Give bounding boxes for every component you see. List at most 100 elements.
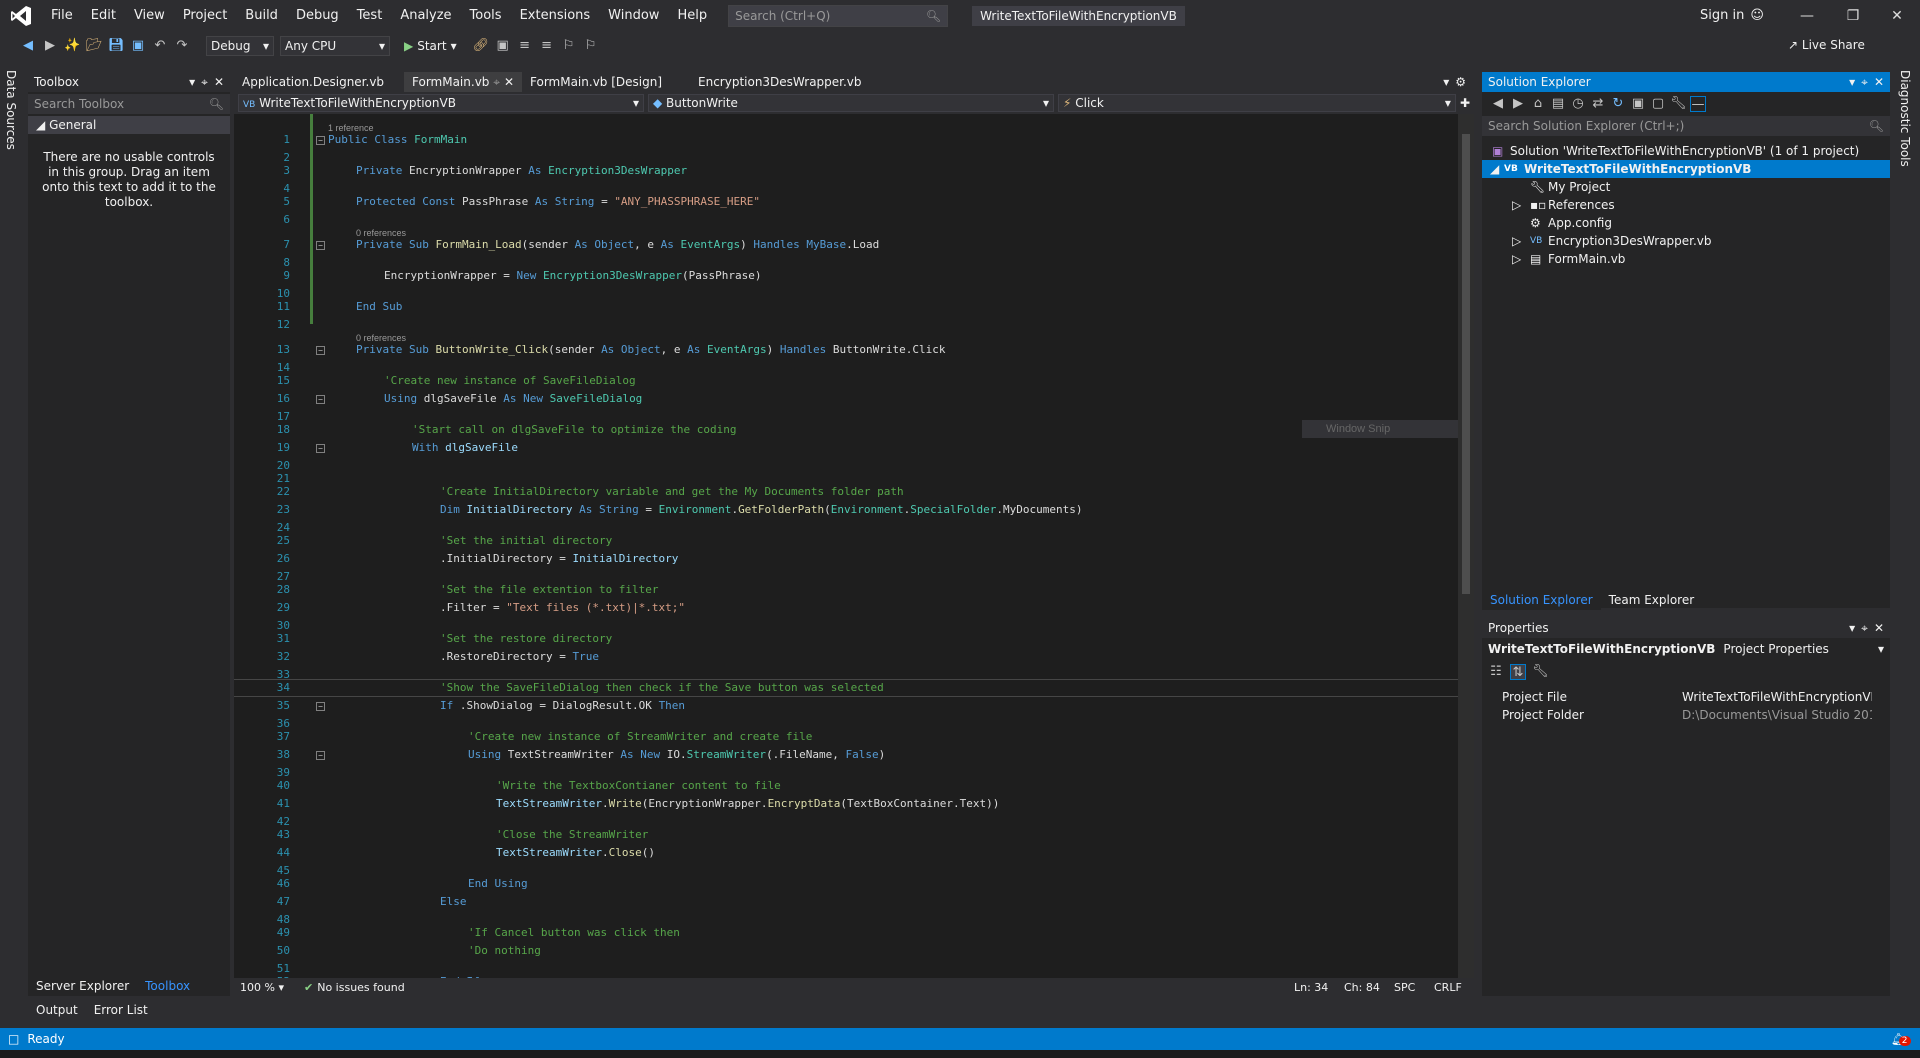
pending-changes-icon[interactable]: ◷ — [1570, 96, 1586, 112]
live-share-button[interactable]: ↗ Live Share — [1788, 38, 1865, 52]
member-nav-dropdown[interactable]: ◆ ButtonWrite ▾ — [647, 94, 1054, 112]
tab-output[interactable]: Output — [28, 1000, 86, 1020]
zoom-dropdown[interactable]: 100 % ▾ — [234, 981, 294, 994]
pin-icon[interactable]: ⌖ — [201, 75, 208, 90]
close-icon[interactable]: ✕ — [504, 72, 514, 92]
search-input[interactable]: Search (Ctrl+Q) 🔍︎ — [728, 5, 949, 27]
menu-file[interactable]: File — [42, 0, 82, 32]
pin-icon[interactable]: ⌖ — [1861, 621, 1868, 636]
menu-project[interactable]: Project — [174, 0, 236, 32]
event-nav-dropdown[interactable]: ⚡︎ Click ▾ — [1057, 94, 1456, 112]
minimize-button[interactable]: — — [1784, 0, 1830, 32]
home-icon[interactable]: ⌂ — [1530, 96, 1546, 112]
tab-solution-explorer[interactable]: Solution Explorer — [1482, 590, 1601, 610]
start-button[interactable]: ▶ Start ▾ — [404, 39, 457, 53]
close-window-button[interactable]: ✕ — [1874, 0, 1920, 32]
menu-debug[interactable]: Debug — [287, 0, 348, 32]
refresh-icon[interactable]: ↻ — [1610, 96, 1626, 112]
save-icon[interactable]: 💾︎ — [108, 38, 125, 54]
categorized-icon[interactable]: ☷ — [1488, 664, 1504, 680]
tab-overflow-icon[interactable]: ▾ — [1443, 75, 1455, 89]
menu-extensions[interactable]: Extensions — [511, 0, 600, 32]
forward-icon[interactable]: ▶ — [1510, 96, 1526, 112]
dropdown-icon[interactable]: ▾ — [189, 75, 195, 90]
bookmark-icon[interactable]: ⚐ — [561, 38, 577, 54]
editor-scrollbar[interactable] — [1458, 114, 1474, 978]
chevron-right-icon[interactable]: ▷ — [1512, 196, 1530, 214]
close-icon[interactable]: ✕ — [214, 75, 224, 90]
undo-icon[interactable]: ↶ — [152, 38, 168, 54]
close-icon[interactable]: ✕ — [1874, 621, 1884, 636]
menu-edit[interactable]: Edit — [82, 0, 125, 32]
fold-toggle-icon[interactable]: − — [316, 444, 325, 453]
toolbox-search-input[interactable]: Search Toolbox 🔍︎ — [28, 94, 230, 114]
project-nav-dropdown[interactable]: VB WriteTextToFileWithEncryptionVB ▾ — [238, 94, 644, 112]
fold-toggle-icon[interactable]: − — [316, 751, 325, 760]
tab-application-designer[interactable]: Application.Designer.vb — [234, 72, 404, 92]
menu-window[interactable]: Window — [599, 0, 668, 32]
browser-link-icon[interactable]: 🔗︎ — [473, 38, 490, 54]
menu-analyze[interactable]: Analyze — [391, 0, 460, 32]
tree-project[interactable]: ◢ VB WriteTextToFileWithEncryptionVB — [1482, 160, 1890, 178]
properties-icon[interactable]: 🔧︎ — [1670, 96, 1687, 112]
data-sources-tab[interactable]: Data Sources — [4, 70, 18, 150]
properties-object-selector[interactable]: WriteTextToFileWithEncryptionVB Project … — [1482, 638, 1890, 660]
dropdown-icon[interactable]: ▾ — [1849, 621, 1855, 636]
scroll-thumb[interactable] — [1462, 134, 1470, 594]
tree-item-app-config[interactable]: ⚙ App.config — [1482, 214, 1890, 232]
tree-item-references[interactable]: ▷ ▪▫ References — [1482, 196, 1890, 214]
chevron-right-icon[interactable]: ▷ — [1512, 232, 1530, 250]
show-all-files-icon[interactable]: ▢ — [1650, 96, 1666, 112]
fold-toggle-icon[interactable]: − — [316, 241, 325, 250]
tab-team-explorer[interactable]: Team Explorer — [1601, 590, 1703, 610]
menu-test[interactable]: Test — [348, 0, 392, 32]
save-all-icon[interactable]: ▣ — [130, 38, 146, 54]
solution-config-dropdown[interactable]: Debug ▾ — [206, 36, 274, 56]
menu-view[interactable]: View — [125, 0, 174, 32]
menu-help[interactable]: Help — [668, 0, 716, 32]
indent-icon[interactable]: ≡ — [517, 38, 533, 54]
split-icon[interactable]: ✚ — [1460, 96, 1470, 110]
fold-toggle-icon[interactable]: − — [316, 346, 325, 355]
tab-toolbox[interactable]: Toolbox — [137, 976, 199, 996]
notifications-icon[interactable]: 🔔︎2 — [1891, 1032, 1911, 1046]
fold-toggle-icon[interactable]: − — [316, 136, 325, 145]
menu-tools[interactable]: Tools — [461, 0, 511, 32]
collapse-all-icon[interactable]: ▣ — [1630, 96, 1646, 112]
toolbox-group-general[interactable]: ◢ General — [28, 116, 230, 134]
new-project-icon[interactable]: ✨ — [64, 38, 80, 54]
tab-error-list[interactable]: Error List — [86, 1000, 156, 1020]
tab-encryption-wrapper[interactable]: Encryption3DesWrapper.vb — [690, 72, 870, 92]
tree-item-encryption-wrapper[interactable]: ▷ VB Encryption3DesWrapper.vb — [1482, 232, 1890, 250]
screenshot-icon[interactable]: ▣ — [495, 38, 511, 54]
bookmark-next-icon[interactable]: ⚐ — [583, 38, 599, 54]
chevron-right-icon[interactable]: ▷ — [1512, 250, 1530, 268]
tab-server-explorer[interactable]: Server Explorer — [28, 976, 137, 996]
fold-toggle-icon[interactable]: − — [316, 395, 325, 404]
sign-in-button[interactable]: Sign in ☺ — [1700, 8, 1764, 23]
issues-indicator[interactable]: ✔ No issues found — [304, 981, 405, 994]
platform-dropdown[interactable]: Any CPU ▾ — [280, 36, 390, 56]
solution-search-input[interactable]: Search Solution Explorer (Ctrl+;) 🔍︎ — [1482, 116, 1890, 136]
tab-formmain-design[interactable]: FormMain.vb [Design] — [522, 72, 690, 92]
preview-icon[interactable]: — — [1690, 96, 1706, 112]
diagnostic-tools-tab[interactable]: Diagnostic Tools — [1898, 70, 1912, 167]
close-icon[interactable]: ✕ — [1874, 75, 1884, 90]
forward-icon[interactable]: ▶ — [42, 38, 58, 54]
fold-toggle-icon[interactable]: − — [316, 702, 325, 711]
alphabetical-icon[interactable]: ⇅ — [1510, 664, 1526, 680]
redo-icon[interactable]: ↷ — [174, 38, 190, 54]
settings-icon[interactable]: ⚙ — [1455, 75, 1474, 89]
property-pages-icon[interactable]: 🔧︎ — [1532, 664, 1549, 680]
property-row[interactable]: Project Folder D:\Documents\Visual Studio… — [1482, 706, 1890, 724]
restore-button[interactable]: ❐ — [1830, 0, 1876, 32]
sync-icon[interactable]: ⇄ — [1590, 96, 1606, 112]
switch-views-icon[interactable]: ▤ — [1550, 96, 1566, 112]
pin-icon[interactable]: ⌖ — [1861, 75, 1868, 90]
pin-icon[interactable]: ⌖ — [493, 72, 500, 92]
tab-formmain[interactable]: FormMain.vb ⌖ ✕ — [404, 72, 522, 92]
comment-icon[interactable]: ≡ — [539, 38, 555, 54]
tree-item-my-project[interactable]: 🔧︎ My Project — [1482, 178, 1890, 196]
menu-build[interactable]: Build — [236, 0, 287, 32]
back-icon[interactable]: ◀ — [1490, 96, 1506, 112]
